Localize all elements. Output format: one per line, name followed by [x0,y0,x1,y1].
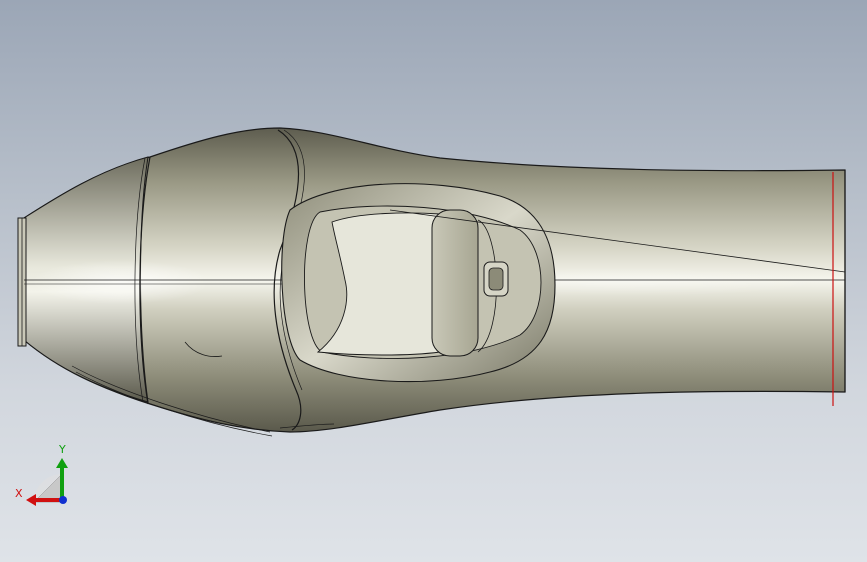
battery-cap [431,209,479,357]
coordinate-triad [26,458,68,506]
triad-x-label: X [15,487,23,500]
triad-y-label: Y [59,443,66,456]
hair-dryer-housing-model[interactable] [0,0,867,562]
cad-3d-viewport[interactable]: X Y [0,0,867,562]
